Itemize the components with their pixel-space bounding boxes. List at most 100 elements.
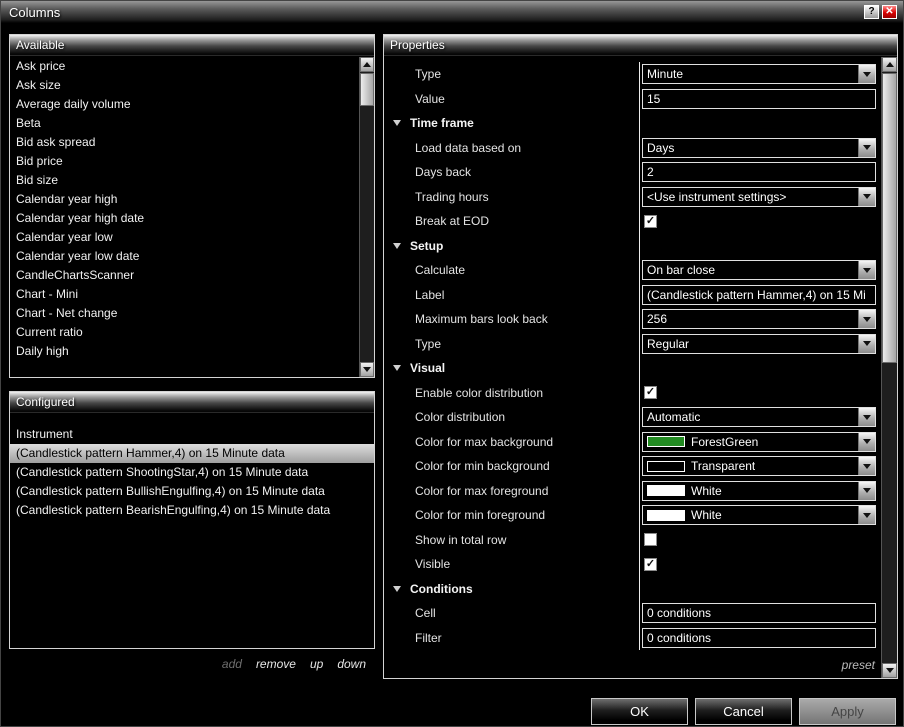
scroll-up-button[interactable] (882, 57, 897, 72)
apply-button[interactable]: Apply (799, 698, 896, 725)
scroll-down-button[interactable] (882, 663, 897, 678)
checkbox-show-in-total-row[interactable] (644, 533, 657, 547)
available-item-current-ratio[interactable]: Current ratio (10, 323, 359, 342)
chevron-down-icon (863, 439, 871, 445)
scrollbar-thumb[interactable] (882, 73, 897, 363)
dropdown-arrow-button[interactable] (858, 457, 875, 476)
available-item-bid-ask-spread[interactable]: Bid ask spread (10, 133, 359, 152)
property-type: Type Regular (384, 332, 881, 357)
down-link[interactable]: down (337, 657, 366, 671)
available-item-ask-price[interactable]: Ask price (10, 57, 359, 76)
available-item-average-daily-volume[interactable]: Average daily volume (10, 95, 359, 114)
dropdown-arrow-button[interactable] (858, 334, 875, 353)
available-item-chart-mini[interactable]: Chart - Mini (10, 285, 359, 304)
property-value: 15 (639, 87, 881, 112)
available-item-calendar-year-high-date[interactable]: Calendar year high date (10, 209, 359, 228)
dropdown-arrow-button[interactable] (858, 408, 875, 427)
property-value (639, 381, 881, 406)
available-item-candlechartsscanner[interactable]: CandleChartsScanner (10, 266, 359, 285)
columns-dialog: Columns ? ✕ Available Ask price Ask size A… (0, 0, 904, 727)
help-button[interactable]: ? (864, 5, 879, 19)
dropdown-color-for-max-foreground[interactable]: White (642, 480, 876, 501)
property-value: Transparent (639, 454, 881, 479)
input-days-back[interactable]: 2 (642, 162, 876, 183)
dropdown-maximum-bars-look-back[interactable]: 256 (642, 309, 876, 330)
dropdown-arrow-button[interactable] (858, 310, 875, 329)
dropdown-arrow-button[interactable] (858, 65, 875, 84)
property-calculate: Calculate On bar close (384, 258, 881, 283)
remove-link[interactable]: remove (256, 657, 296, 671)
property-label: Type (415, 67, 442, 82)
input-label[interactable]: (Candlestick pattern Hammer,4) on 15 Mi (642, 284, 876, 305)
dropdown-arrow-button[interactable] (858, 481, 875, 500)
dropdown-load-data-based-on[interactable]: Days (642, 137, 876, 158)
input-value[interactable]: 15 (642, 88, 876, 109)
property-value: 256 (639, 307, 881, 332)
dropdown-color-for-max-background[interactable]: ForestGreen (642, 431, 876, 452)
available-item-bid-size[interactable]: Bid size (10, 171, 359, 190)
available-item-bid-price[interactable]: Bid price (10, 152, 359, 171)
scrollbar-thumb[interactable] (360, 73, 374, 106)
configured-item-instrument[interactable]: Instrument (10, 425, 374, 444)
configured-item-candlestick-pattern-bearishengulfing-4-on-15-minute-data[interactable]: (Candlestick pattern BearishEngulfing,4)… (10, 501, 374, 520)
property-color-distribution: Color distribution Automatic (384, 405, 881, 430)
cancel-button[interactable]: Cancel (695, 698, 792, 725)
collapse-arrow-icon (393, 365, 401, 371)
available-item-beta[interactable]: Beta (10, 114, 359, 133)
dropdown-trading-hours[interactable]: <Use instrument settings> (642, 186, 876, 207)
available-scrollbar[interactable] (359, 57, 374, 377)
property-value: ForestGreen (639, 430, 881, 455)
up-link[interactable]: up (310, 657, 323, 671)
available-item-daily-high[interactable]: Daily high (10, 342, 359, 361)
checkbox-visible[interactable] (644, 557, 657, 571)
configured-item-candlestick-pattern-shootingstar-4-on-15-minute-data[interactable]: (Candlestick pattern ShootingStar,4) on … (10, 463, 374, 482)
property-value: (Candlestick pattern Hammer,4) on 15 Mi (639, 283, 881, 308)
dropdown-arrow-button[interactable] (858, 187, 875, 206)
available-panel: Available Ask price Ask size Average daily… (9, 34, 375, 378)
input-filter[interactable]: 0 conditions (642, 627, 876, 648)
dropdown-arrow-button[interactable] (858, 432, 875, 451)
dropdown-color-for-min-foreground[interactable]: White (642, 505, 876, 526)
add-link[interactable]: add (222, 657, 242, 671)
configured-item-candlestick-pattern-bullishengulfing-4-on-15-minute-data[interactable]: (Candlestick pattern BullishEngulfing,4)… (10, 482, 374, 501)
ok-button[interactable]: OK (591, 698, 688, 725)
input-cell[interactable]: 0 conditions (642, 603, 876, 624)
preset-link[interactable]: preset (842, 658, 875, 672)
close-button[interactable]: ✕ (882, 5, 897, 19)
section-visual[interactable]: Visual (384, 356, 881, 381)
dropdown-arrow-button[interactable] (858, 138, 875, 157)
available-item-calendar-year-high[interactable]: Calendar year high (10, 190, 359, 209)
property-label: Show in total row (415, 532, 507, 547)
section-conditions[interactable]: Conditions (384, 577, 881, 602)
dropdown-color-for-min-background[interactable]: Transparent (642, 456, 876, 477)
checkbox-enable-color-distribution[interactable] (644, 386, 657, 400)
property-label: Label (Candlestick pattern Hammer,4) on 1… (384, 283, 881, 308)
dropdown-value: Transparent (691, 459, 756, 474)
property-color-for-min-background: Color for min background Transparent (384, 454, 881, 479)
available-item-calendar-year-low[interactable]: Calendar year low (10, 228, 359, 247)
configured-actions: add remove up down (9, 654, 375, 674)
chevron-down-icon (863, 341, 871, 347)
chevron-down-icon (863, 512, 871, 518)
section-time-frame[interactable]: Time frame (384, 111, 881, 136)
dropdown-arrow-button[interactable] (858, 261, 875, 280)
scroll-down-button[interactable] (360, 362, 374, 377)
checkbox-break-at-eod[interactable] (644, 214, 657, 228)
title-bar[interactable]: Columns ? ✕ (1, 1, 903, 23)
dropdown-calculate[interactable]: On bar close (642, 260, 876, 281)
color-swatch (647, 460, 685, 472)
section-setup[interactable]: Setup (384, 234, 881, 259)
available-item-calendar-year-low-date[interactable]: Calendar year low date (10, 247, 359, 266)
dropdown-color-distribution[interactable]: Automatic (642, 407, 876, 428)
scroll-up-button[interactable] (360, 57, 374, 72)
available-item-ask-size[interactable]: Ask size (10, 76, 359, 95)
properties-panel-header: Properties (384, 35, 897, 56)
dropdown-arrow-button[interactable] (858, 506, 875, 525)
available-item-chart-net-change[interactable]: Chart - Net change (10, 304, 359, 323)
property-value: 0 conditions (639, 601, 881, 626)
dropdown-type[interactable]: Regular (642, 333, 876, 354)
dropdown-type[interactable]: Minute (642, 64, 876, 85)
configured-item-candlestick-pattern-hammer-4-on-15-minute-data[interactable]: (Candlestick pattern Hammer,4) on 15 Min… (10, 444, 374, 463)
chevron-down-icon (863, 71, 871, 77)
properties-scrollbar[interactable] (881, 57, 897, 678)
